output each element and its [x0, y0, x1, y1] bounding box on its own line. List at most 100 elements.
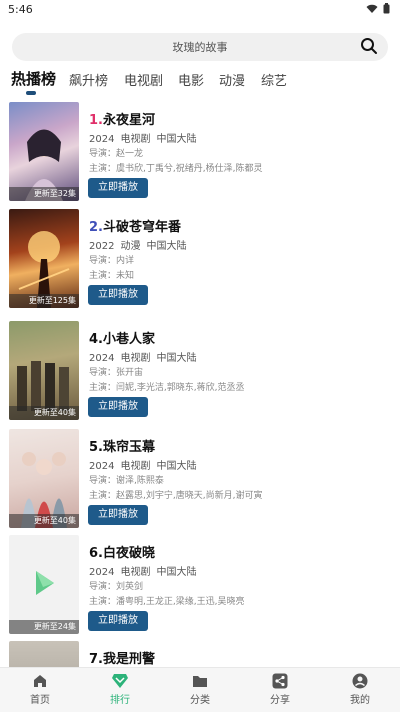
poster-image[interactable]: 更新至40集 [9, 321, 79, 420]
episode-badge: 更新至125集 [9, 294, 79, 308]
item-title[interactable]: 7.我是刑警 [89, 648, 155, 667]
poster-image[interactable]: 更新至125集 [9, 209, 79, 308]
play-button[interactable]: 立即播放 [88, 397, 148, 417]
play-button[interactable]: 立即播放 [88, 505, 148, 525]
item-meta: 2024 电视剧 中国大陆 [89, 457, 202, 472]
title-text: 小巷人家 [102, 332, 155, 347]
tab-indicator [26, 91, 36, 95]
list-item[interactable]: 更新至24集 6.白夜破晓 2024 电视剧 中国大陆 导演：刘英剑 主演：潘粤明,… [0, 535, 400, 635]
rank-number: 1. [89, 113, 103, 128]
poster-image[interactable]: 更新至32集 [9, 102, 79, 201]
region: 中国大陆 [156, 134, 197, 145]
cast: 主演：闫妮,李光洁,郭晓东,蒋欣,范丞丞 [89, 383, 245, 393]
battery-icon [383, 3, 390, 14]
list-item[interactable]: 7.我是刑警 [0, 641, 400, 667]
item-meta: 2024 电视剧 中国大陆 [89, 563, 202, 578]
rank-number: 4. [89, 332, 103, 347]
list-item[interactable]: 更新至125集 2.斗破苍穹年番 2022 动漫 中国大陆 导演：内详 主演：未知 … [0, 209, 400, 309]
profile-icon [352, 673, 368, 689]
region: 中国大陆 [146, 241, 187, 252]
tab-tv[interactable]: 电视剧 [124, 70, 163, 89]
item-title[interactable]: 5.珠帘玉幕 [89, 436, 155, 455]
tab-rising[interactable]: 飙升榜 [69, 70, 108, 89]
poster-image[interactable]: 更新至24集 [9, 535, 79, 634]
play-button[interactable]: 立即播放 [88, 611, 148, 631]
director: 导演：内详 [89, 256, 135, 266]
rank-number: 5. [89, 440, 103, 455]
item-meta: 2022 动漫 中国大陆 [89, 237, 192, 252]
region: 中国大陆 [156, 461, 197, 472]
director: 导演：谢泽,陈熙泰 [89, 476, 164, 486]
play-button[interactable]: 立即播放 [88, 178, 148, 198]
ranking-list: 更新至32集 1.永夜星河 2024 电视剧 中国大陆 导演：赵一龙 主演：虞书欣,… [0, 100, 400, 667]
genre: 电视剧 [120, 134, 151, 145]
rank-number: 2. [89, 220, 103, 235]
genre: 动漫 [120, 241, 141, 252]
title-text: 白夜破晓 [102, 546, 155, 561]
poster-image[interactable]: 更新至40集 [9, 429, 79, 528]
item-title[interactable]: 2.斗破苍穹年番 [89, 216, 181, 235]
title-text: 我是刑警 [102, 652, 155, 667]
poster-image[interactable] [9, 641, 79, 667]
nav-share[interactable]: 分享 [250, 673, 310, 706]
ranking-tabs: 热播榜 飙升榜 电视剧 电影 动漫 综艺 [0, 68, 400, 98]
list-item[interactable]: 更新至40集 4.小巷人家 2024 电视剧 中国大陆 导演：张开宙 主演：闫妮,李… [0, 321, 400, 421]
nav-label: 我的 [350, 695, 370, 706]
bottom-nav: 首页 排行 分类 分享 我的 [0, 667, 400, 712]
rank-number: 6. [89, 546, 103, 561]
wifi-icon [366, 4, 378, 13]
item-title[interactable]: 1.永夜星河 [89, 109, 155, 128]
search-input[interactable]: 玫瑰的故事 [12, 39, 388, 55]
tab-anime[interactable]: 动漫 [219, 70, 245, 89]
nav-label: 分类 [190, 695, 210, 706]
nav-home[interactable]: 首页 [10, 673, 70, 706]
search-bar[interactable]: 玫瑰的故事 [12, 33, 388, 61]
share-icon [272, 673, 288, 689]
episode-badge: 更新至32集 [9, 187, 79, 201]
item-title[interactable]: 4.小巷人家 [89, 328, 155, 347]
cast: 主演：未知 [89, 271, 135, 281]
episode-badge: 更新至24集 [9, 620, 79, 634]
item-meta: 2024 电视剧 中国大陆 [89, 130, 202, 145]
genre: 电视剧 [120, 567, 151, 578]
title-text: 永夜星河 [102, 113, 155, 128]
home-icon [34, 675, 46, 687]
genre: 电视剧 [120, 353, 151, 364]
title-text: 斗破苍穹年番 [102, 220, 181, 235]
cast: 主演：赵露思,刘宇宁,唐晓天,尚新月,谢可寅 [89, 491, 263, 501]
tab-movie[interactable]: 电影 [178, 70, 204, 89]
status-time: 5:46 [8, 3, 33, 16]
item-meta: 2024 电视剧 中国大陆 [89, 349, 202, 364]
episode-badge: 更新至40集 [9, 406, 79, 420]
play-button[interactable]: 立即播放 [88, 285, 148, 305]
year: 2024 [89, 134, 115, 145]
search-icon[interactable] [360, 37, 378, 55]
director: 导演：赵一龙 [89, 149, 144, 159]
nav-profile[interactable]: 我的 [330, 673, 390, 706]
nav-category[interactable]: 分类 [170, 673, 230, 706]
year: 2024 [89, 353, 115, 364]
region: 中国大陆 [156, 353, 197, 364]
tab-variety[interactable]: 综艺 [261, 70, 287, 89]
year: 2024 [89, 567, 115, 578]
status-icons [366, 3, 390, 14]
nav-label: 首页 [30, 695, 50, 706]
cast: 主演：潘粤明,王龙正,梁缘,王迅,吴晓亮 [89, 597, 245, 607]
folder-icon [193, 676, 207, 687]
ranking-icon [112, 674, 128, 688]
nav-label: 分享 [270, 695, 290, 706]
title-text: 珠帘玉幕 [102, 440, 155, 455]
episode-badge: 更新至40集 [9, 514, 79, 528]
tab-hot[interactable]: 热播榜 [11, 68, 56, 89]
nav-label: 排行 [110, 695, 130, 706]
director: 导演：刘英剑 [89, 582, 144, 592]
rank-number: 7. [89, 652, 103, 667]
genre: 电视剧 [120, 461, 151, 472]
year: 2022 [89, 241, 115, 252]
nav-ranking[interactable]: 排行 [90, 673, 150, 706]
cast: 主演：虞书欣,丁禹兮,祝绪丹,杨仕泽,陈都灵 [89, 164, 263, 174]
year: 2024 [89, 461, 115, 472]
item-title[interactable]: 6.白夜破晓 [89, 542, 155, 561]
list-item[interactable]: 更新至40集 5.珠帘玉幕 2024 电视剧 中国大陆 导演：谢泽,陈熙泰 主演：赵… [0, 429, 400, 529]
list-item[interactable]: 更新至32集 1.永夜星河 2024 电视剧 中国大陆 导演：赵一龙 主演：虞书欣,… [0, 102, 400, 202]
